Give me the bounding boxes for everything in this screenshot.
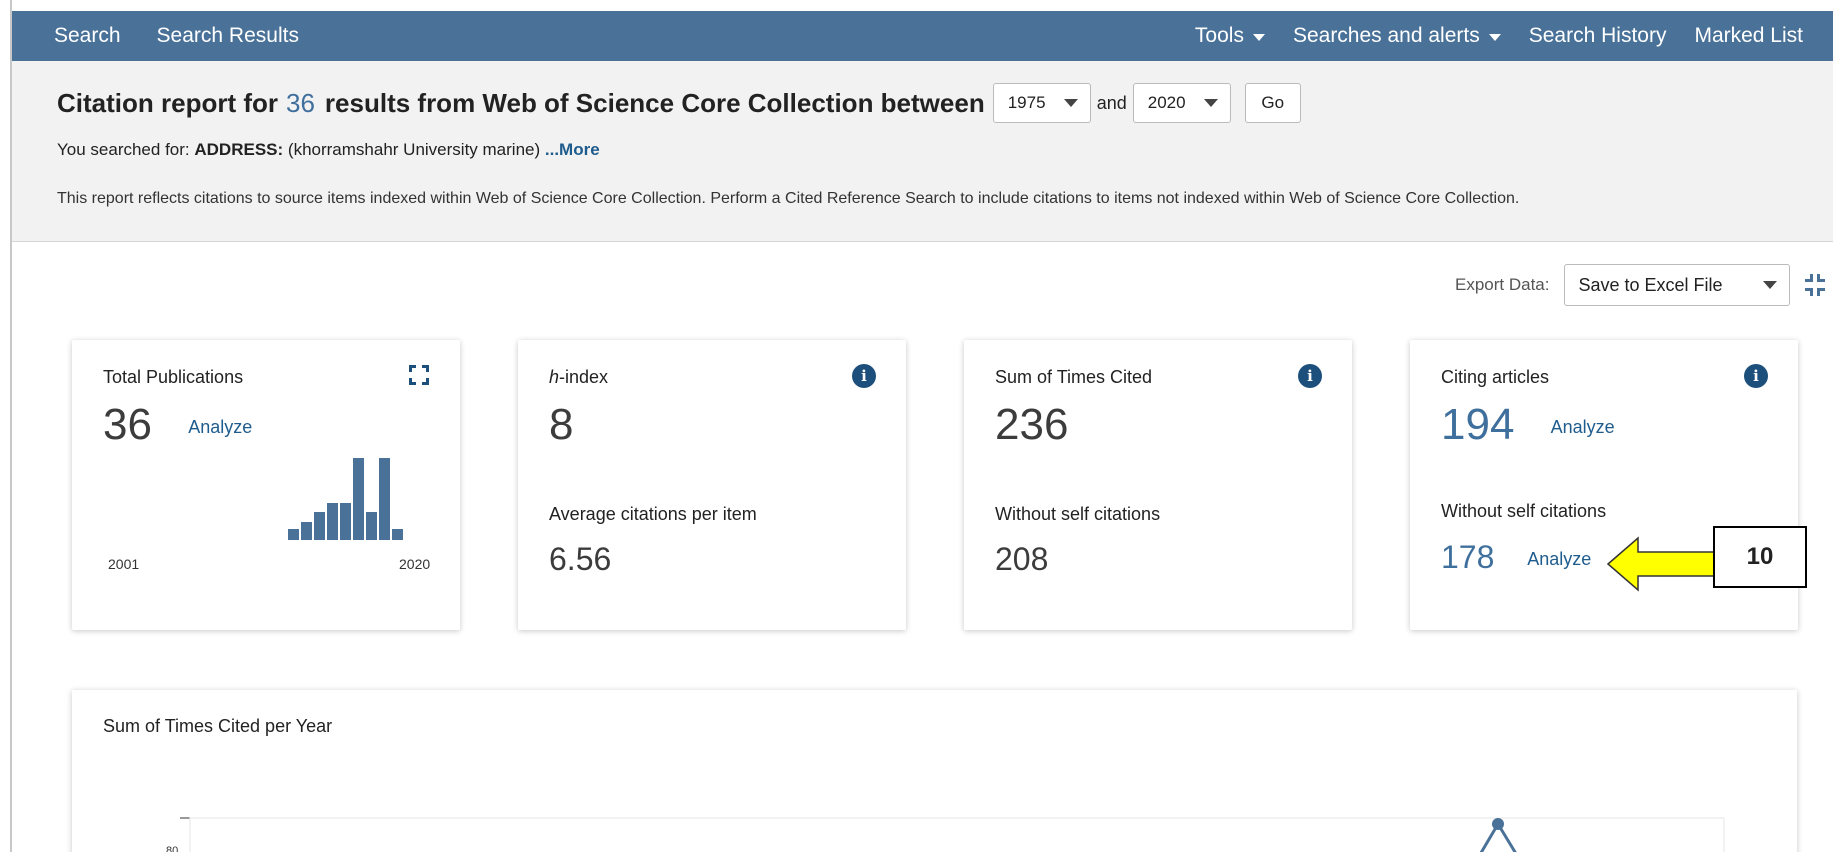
searched-prefix: You searched for:: [57, 140, 190, 159]
citing-without-value: 178 Analyze: [1441, 539, 1591, 576]
publications-histogram: [288, 458, 428, 540]
report-disclaimer: This report reflects citations to source…: [57, 190, 1520, 207]
nav-search-results[interactable]: Search Results: [157, 24, 299, 48]
total-publications-number: 36: [103, 400, 152, 449]
h-index-value: 8: [549, 400, 574, 449]
h-index-label: h-index: [549, 367, 608, 388]
export-label: Export Data:: [1455, 275, 1550, 294]
nav-tools[interactable]: Tools: [1195, 24, 1265, 48]
nav-searches-alerts[interactable]: Searches and alerts: [1293, 24, 1501, 48]
histogram-year-start: 2001: [108, 556, 140, 572]
histogram-bar: [379, 458, 390, 540]
h-index-label-rest: -index: [559, 367, 609, 387]
export-select[interactable]: Save to Excel File: [1563, 264, 1790, 306]
nav-marked-list[interactable]: Marked List: [1694, 24, 1803, 48]
info-icon[interactable]: i: [1744, 364, 1768, 388]
citing-without-number: 178: [1441, 539, 1495, 575]
searched-query: (khorramshahr University marine): [287, 140, 541, 159]
citing-articles-value: 194 Analyze: [1441, 400, 1615, 450]
chart-y-tick-label: 80: [166, 845, 178, 852]
year-to-select[interactable]: 2020: [1132, 83, 1231, 123]
chevron-down-icon: [1488, 33, 1501, 41]
info-icon[interactable]: i: [852, 364, 876, 388]
go-button[interactable]: Go: [1244, 83, 1301, 123]
chevron-down-icon: [1203, 99, 1218, 107]
analyze-citing-link[interactable]: Analyze: [1551, 417, 1615, 437]
chevron-down-icon: [1063, 99, 1078, 107]
citing-without-label: Without self citations: [1441, 501, 1607, 521]
chevron-down-icon: [1252, 33, 1265, 41]
title-suffix: results from Web of Science Core Collect…: [324, 87, 985, 118]
citing-articles-label: Citing articles: [1441, 367, 1550, 387]
nav-tools-label: Tools: [1194, 24, 1244, 47]
analyze-citing-without-link[interactable]: Analyze: [1527, 549, 1591, 569]
report-header: Citation report for 36 results from Web …: [12, 61, 1833, 242]
nav-searches-alerts-label: Searches and alerts: [1292, 24, 1480, 47]
title-prefix: Citation report for: [57, 87, 278, 118]
total-publications-value: 36 Analyze: [103, 400, 252, 450]
year-from-value: 1975: [1007, 93, 1046, 112]
searched-field: ADDRESS:: [194, 140, 284, 159]
analyze-publications-link[interactable]: Analyze: [188, 417, 252, 437]
nav-search-history[interactable]: Search History: [1529, 24, 1667, 48]
collapse-icon[interactable]: [1804, 272, 1826, 298]
histogram-bar: [340, 503, 351, 540]
report-title: Citation report for 36 results from Web …: [57, 83, 1301, 123]
times-cited-chart: 80: [166, 817, 1725, 852]
times-cited-card: Sum of Times Cited i 236 Without self ci…: [964, 340, 1352, 630]
chart-peak-point: [1492, 818, 1504, 830]
more-link[interactable]: ...More: [545, 140, 600, 159]
export-selected: Save to Excel File: [1578, 274, 1723, 295]
annotation-arrow: [1606, 536, 1715, 592]
histogram-bar: [366, 512, 377, 540]
times-cited-per-year-panel: Sum of Times Cited per Year 80: [72, 690, 1797, 852]
result-count: 36: [286, 87, 315, 118]
histogram-bar: [288, 529, 299, 540]
total-publications-label: Total Publications: [103, 367, 244, 387]
times-cited-without-value: 208: [995, 541, 1049, 577]
times-cited-label: Sum of Times Cited: [995, 367, 1153, 387]
times-cited-value: 236: [995, 400, 1069, 449]
histogram-bar: [392, 529, 403, 540]
times-cited-without-label: Without self citations: [995, 504, 1161, 524]
searched-for: You searched for: ADDRESS: (khorramshahr…: [57, 140, 600, 160]
citing-articles-number: 194: [1441, 400, 1515, 449]
total-publications-card: Total Publications 36 Analyze 2001 2020: [72, 340, 460, 630]
histogram-year-end: 2020: [399, 556, 431, 572]
year-from-select[interactable]: 1975: [992, 83, 1091, 123]
annotation-callout: 10: [1713, 526, 1807, 588]
h-index-label-italic: h: [549, 367, 560, 387]
histogram-bar: [327, 503, 338, 540]
export-data: Export Data: Save to Excel File: [1455, 264, 1790, 306]
h-index-card: h-index i 8 Average citations per item 6…: [518, 340, 906, 630]
and-label: and: [1096, 92, 1127, 113]
nav-search[interactable]: Search: [54, 24, 121, 48]
histogram-bar: [301, 522, 312, 540]
chevron-down-icon: [1762, 281, 1777, 289]
info-icon[interactable]: i: [1298, 364, 1322, 388]
histogram-bar: [353, 458, 364, 540]
avg-citations-label: Average citations per item: [549, 504, 757, 524]
top-nav: Search Search Results Tools Searches and…: [12, 11, 1833, 61]
left-edge: [0, 0, 12, 852]
year-to-value: 2020: [1147, 93, 1186, 112]
avg-citations-value: 6.56: [549, 541, 612, 577]
histogram-bar: [314, 512, 325, 540]
expand-icon[interactable]: [408, 364, 430, 386]
